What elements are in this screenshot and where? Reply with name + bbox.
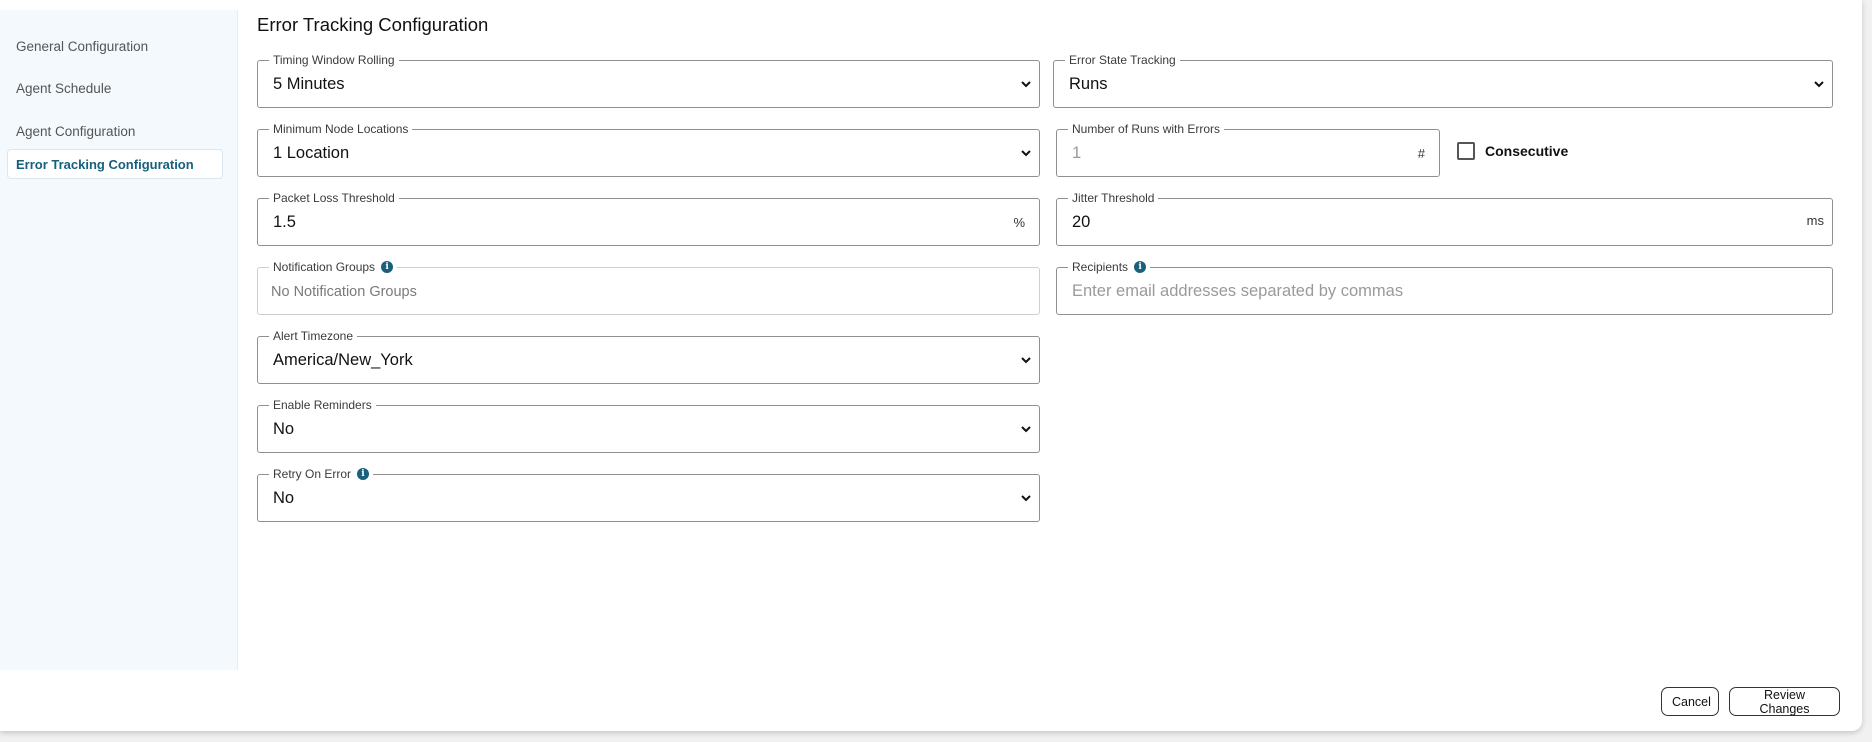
alert-timezone-label-text: Alert Timezone	[273, 329, 354, 343]
runs-with-errors-label-text: Number of Runs with Errors	[1072, 122, 1221, 136]
error-state-value: Runs	[1069, 75, 1108, 93]
min-node-locations-select[interactable]: Minimum Node Locations 1 Location	[257, 121, 1040, 177]
enable-reminders-value: No	[273, 420, 295, 438]
recipients-input[interactable]: Recipients i Enter email addresses separa…	[1056, 259, 1833, 315]
notification-groups-label: Notification Groups i	[269, 259, 398, 275]
timing-window-select[interactable]: Timing Window Rolling 5 Minutes	[257, 52, 1040, 108]
alert-timezone-label: Alert Timezone	[269, 328, 358, 344]
alert-timezone-select[interactable]: Alert Timezone America/New_York	[257, 328, 1040, 384]
recipients-label: Recipients i	[1068, 259, 1151, 275]
chevron-down-icon	[1021, 150, 1031, 157]
packet-loss-label: Packet Loss Threshold	[269, 190, 399, 206]
packet-loss-suffix: %	[1013, 215, 1025, 230]
packet-loss-input[interactable]: Packet Loss Threshold 1.5 %	[257, 190, 1040, 246]
min-node-locations-label-text: Minimum Node Locations	[273, 122, 409, 136]
chevron-down-icon	[1814, 81, 1824, 88]
retry-on-error-value: No	[273, 489, 295, 507]
info-icon[interactable]: i	[381, 261, 394, 273]
jitter-value: 20	[1072, 213, 1091, 231]
review-changes-button[interactable]: Review Changes	[1729, 687, 1840, 716]
enable-reminders-select[interactable]: Enable Reminders No	[257, 397, 1040, 453]
chevron-down-icon	[1021, 495, 1031, 502]
consecutive-checkbox[interactable]	[1457, 142, 1475, 160]
min-node-locations-value: 1 Location	[273, 144, 350, 162]
min-node-locations-label: Minimum Node Locations	[269, 121, 413, 137]
recipients-placeholder: Enter email addresses separated by comma…	[1072, 282, 1404, 300]
error-state-label-text: Error State Tracking	[1069, 53, 1176, 67]
info-icon[interactable]: i	[357, 468, 370, 480]
enable-reminders-label-text: Enable Reminders	[273, 398, 372, 412]
error-state-label: Error State Tracking	[1065, 52, 1180, 68]
chevron-down-icon	[1021, 357, 1031, 364]
runs-with-errors-label: Number of Runs with Errors	[1068, 121, 1225, 137]
retry-on-error-select[interactable]: Retry On Error i No	[257, 466, 1040, 522]
runs-with-errors-input[interactable]: Number of Runs with Errors 1 #	[1056, 121, 1440, 177]
page-title: Error Tracking Configuration	[257, 14, 489, 35]
notification-groups-value: No Notification Groups	[271, 284, 417, 300]
sidebar-item-agent-schedule[interactable]: Agent Schedule	[7, 73, 223, 103]
timing-window-label-text: Timing Window Rolling	[273, 53, 395, 67]
sidebar-item-error-tracking-configuration[interactable]: Error Tracking Configuration	[7, 149, 223, 179]
jitter-input[interactable]: Jitter Threshold 20 ms	[1056, 190, 1833, 246]
notification-groups-field[interactable]: Notification Groups i No Notification Gro…	[257, 259, 1040, 315]
retry-on-error-label-text: Retry On Error	[273, 467, 352, 481]
notification-groups-label-text: Notification Groups	[273, 260, 376, 274]
cancel-button[interactable]: Cancel	[1661, 687, 1719, 716]
config-window: General Configuration Agent Schedule Age…	[0, 0, 1862, 731]
runs-with-errors-suffix: #	[1417, 146, 1425, 161]
timing-window-label: Timing Window Rolling	[269, 52, 399, 68]
sidebar-item-agent-configuration[interactable]: Agent Configuration	[7, 116, 223, 146]
info-icon[interactable]: i	[1134, 261, 1147, 273]
timing-window-value: 5 Minutes	[273, 75, 345, 93]
runs-with-errors-value: 1	[1072, 144, 1082, 162]
error-state-select[interactable]: Error State Tracking Runs	[1053, 52, 1833, 108]
jitter-label-text: Jitter Threshold	[1072, 191, 1155, 205]
consecutive-label[interactable]: Consecutive	[1485, 143, 1568, 159]
sidebar-item-general-configuration[interactable]: General Configuration	[7, 31, 223, 61]
packet-loss-label-text: Packet Loss Threshold	[273, 191, 395, 205]
enable-reminders-label: Enable Reminders	[269, 397, 376, 413]
chevron-down-icon	[1021, 81, 1031, 88]
recipients-label-text: Recipients	[1072, 260, 1129, 274]
sidebar: General Configuration Agent Schedule Age…	[0, 10, 238, 670]
packet-loss-value: 1.5	[273, 213, 296, 231]
jitter-suffix: ms	[1806, 213, 1824, 228]
alert-timezone-value: America/New_York	[273, 351, 413, 369]
retry-on-error-label: Retry On Error i	[269, 466, 374, 482]
jitter-label: Jitter Threshold	[1068, 190, 1159, 206]
chevron-down-icon	[1021, 426, 1031, 433]
